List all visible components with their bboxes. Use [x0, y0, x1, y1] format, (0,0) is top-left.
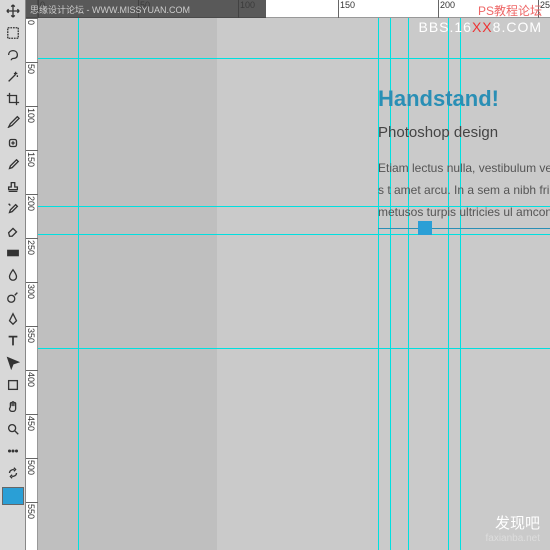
guide-horizontal[interactable]	[38, 234, 550, 235]
heading-text[interactable]: Handstand!	[378, 86, 550, 112]
ruler-tick: 350	[26, 326, 38, 343]
lasso-tool-icon[interactable]	[1, 44, 25, 66]
guide-horizontal[interactable]	[38, 58, 550, 59]
ruler-tick: 450	[26, 414, 38, 431]
ruler-tick: 400	[26, 370, 38, 387]
ruler-tick: 0	[26, 18, 38, 25]
hand-tool-icon[interactable]	[1, 396, 25, 418]
ruler-tick: 150	[26, 150, 38, 167]
toolbox	[0, 0, 26, 550]
transform-line	[378, 228, 550, 229]
heal-tool-icon[interactable]	[1, 132, 25, 154]
guide-horizontal[interactable]	[38, 348, 550, 349]
shape-tool-icon[interactable]	[1, 374, 25, 396]
history-brush-icon[interactable]	[1, 198, 25, 220]
ruler-tick: 200	[26, 194, 38, 211]
marquee-tool-icon[interactable]	[1, 22, 25, 44]
eyedropper-tool-icon[interactable]	[1, 110, 25, 132]
ruler-tick: 500	[26, 458, 38, 475]
watermark-bottom-right: 发现吧 faxianba.net	[486, 512, 541, 544]
stamp-tool-icon[interactable]	[1, 176, 25, 198]
swap-colors-icon[interactable]	[1, 462, 25, 484]
vertical-ruler[interactable]: 0 50 100 150 200 250 300 350 400 450 500…	[26, 18, 38, 550]
ruler-tick: 250	[26, 238, 38, 255]
crop-tool-icon[interactable]	[1, 88, 25, 110]
ruler-tick: 150	[338, 0, 355, 18]
subheading-text[interactable]: Photoshop design	[378, 124, 550, 141]
foreground-color-swatch[interactable]	[2, 487, 24, 505]
ruler-tick: 550	[26, 502, 38, 519]
watermark-top-right: PS教程论坛 BBS.16XX8.COM	[418, 2, 542, 35]
overlay-text: 思缘设计论坛 - WWW.MISSYUAN.COM	[30, 3, 190, 16]
move-tool-icon[interactable]	[1, 0, 25, 22]
type-tool-icon[interactable]	[1, 330, 25, 352]
dodge-tool-icon[interactable]	[1, 286, 25, 308]
blur-tool-icon[interactable]	[1, 264, 25, 286]
body-text[interactable]: Etiam lectus nulla, vestibulum ve s t am…	[378, 157, 550, 223]
canvas-area[interactable]: Handstand! Photoshop design Etiam lectus…	[38, 18, 550, 550]
gradient-tool-icon[interactable]	[1, 242, 25, 264]
eraser-tool-icon[interactable]	[1, 220, 25, 242]
brush-tool-icon[interactable]	[1, 154, 25, 176]
transform-handle[interactable]	[418, 221, 432, 235]
zoom-tool-icon[interactable]	[1, 418, 25, 440]
content-block: Handstand! Photoshop design Etiam lectus…	[378, 86, 550, 223]
wand-tool-icon[interactable]	[1, 66, 25, 88]
ruler-tick: 50	[26, 62, 38, 74]
path-tool-icon[interactable]	[1, 352, 25, 374]
ellipsis-icon[interactable]	[1, 440, 25, 462]
guide-vertical[interactable]	[78, 18, 79, 550]
pen-tool-icon[interactable]	[1, 308, 25, 330]
ruler-tick: 100	[26, 106, 38, 123]
ruler-tick: 300	[26, 282, 38, 299]
